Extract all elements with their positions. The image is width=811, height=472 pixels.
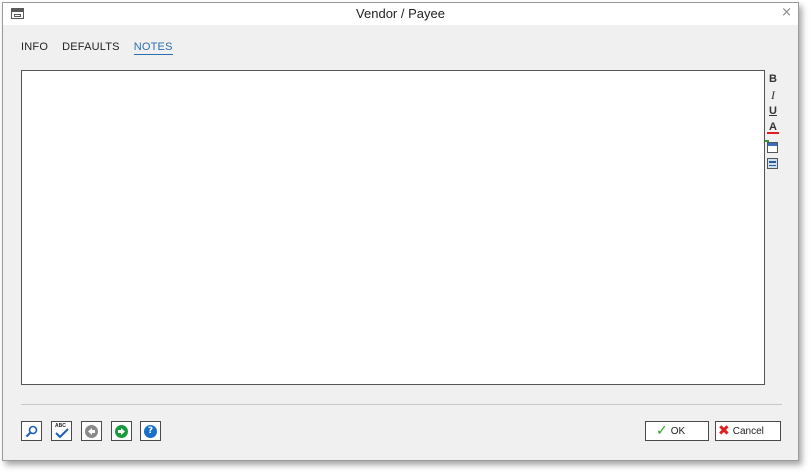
close-icon[interactable]: ×	[781, 5, 792, 20]
tab-notes[interactable]: NOTES	[133, 41, 173, 55]
checkmark-icon: ✓	[656, 423, 668, 439]
cancel-icon: ✖	[718, 423, 730, 439]
search-button[interactable]	[21, 421, 42, 441]
ok-label: OK	[670, 425, 686, 437]
text-block-icon[interactable]	[767, 158, 778, 169]
tab-defaults[interactable]: DEFAULTS	[62, 41, 120, 55]
cancel-label: Cancel	[732, 425, 764, 437]
title-bar: Vendor / Payee ×	[3, 3, 798, 25]
tab-info[interactable]: INFO	[21, 41, 48, 55]
next-button[interactable]	[111, 421, 132, 441]
help-button[interactable]: ?	[140, 421, 161, 441]
font-color-button[interactable]: A	[767, 122, 779, 134]
previous-button[interactable]	[81, 421, 102, 441]
vendor-payee-window: Vendor / Payee × INFO DEFAULTS NOTES B I…	[2, 2, 799, 461]
cancel-button[interactable]: ✖ Cancel	[715, 421, 781, 441]
help-icon: ?	[144, 424, 157, 438]
checkmark-icon	[55, 428, 69, 438]
footer-divider	[21, 404, 782, 405]
underline-button[interactable]: U	[767, 105, 779, 117]
notes-editor[interactable]	[21, 70, 765, 385]
window-title: Vendor / Payee	[356, 6, 445, 21]
magnifier-icon	[25, 425, 38, 437]
bold-button[interactable]: B	[767, 73, 779, 85]
help-label: ?	[147, 425, 154, 436]
spellcheck-icon: ABC	[54, 423, 69, 438]
left-arrow-circle-icon	[85, 424, 98, 438]
right-arrow-circle-icon	[115, 424, 128, 438]
calendar-icon[interactable]	[765, 140, 778, 153]
tab-bar: INFO DEFAULTS NOTES	[21, 41, 173, 55]
italic-button[interactable]: I	[767, 88, 779, 103]
spellcheck-button[interactable]: ABC	[51, 421, 72, 441]
ok-button[interactable]: ✓ OK	[645, 421, 709, 441]
